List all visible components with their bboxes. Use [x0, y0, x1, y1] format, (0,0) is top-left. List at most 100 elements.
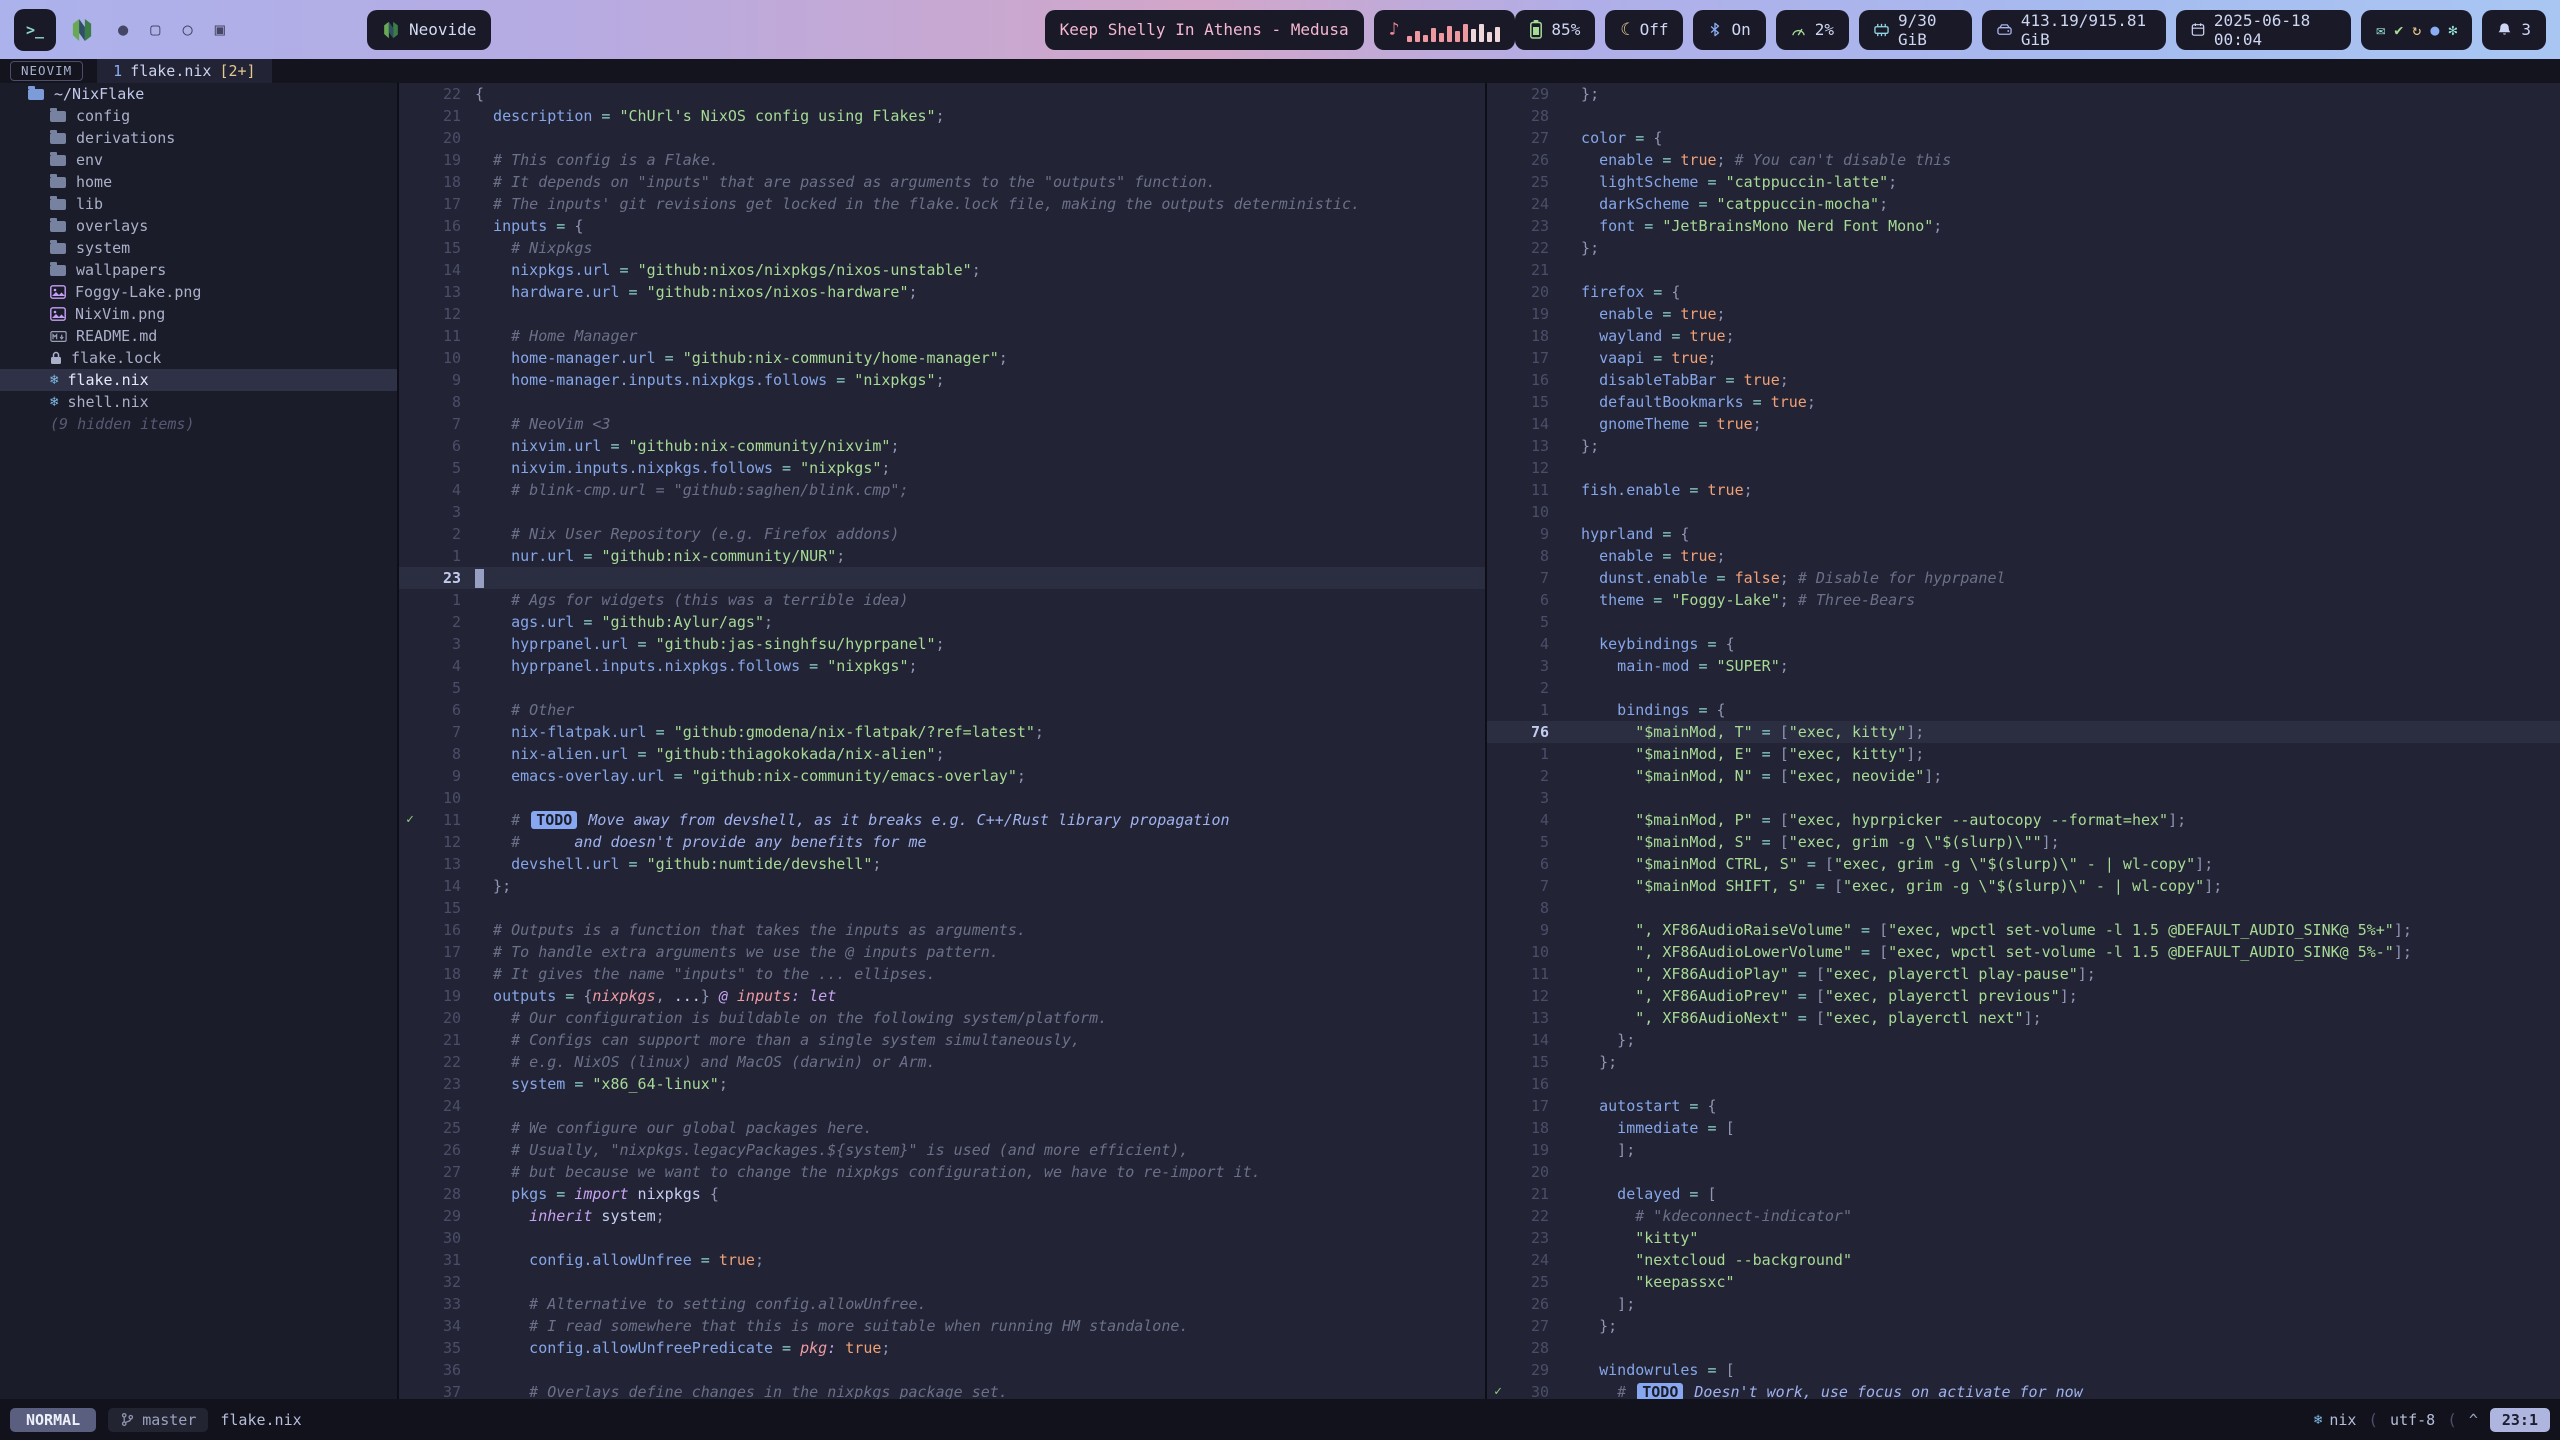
code-line[interactable]: 3 main-mod = "SUPER"; [1487, 655, 2560, 677]
code-line[interactable]: 29 }; [1487, 83, 2560, 105]
code-line[interactable]: 16 # Outputs is a function that takes th… [399, 919, 1485, 941]
code-line[interactable]: 17 vaapi = true; [1487, 347, 2560, 369]
code-line[interactable]: 11 # Home Manager [399, 325, 1485, 347]
code-line[interactable]: 29 windowrules = [ [1487, 1359, 2560, 1381]
code-line[interactable]: 2 ags.url = "github:Aylur/ags"; [399, 611, 1485, 633]
tree-item-derivations[interactable]: derivations [0, 127, 397, 149]
tree-item-Foggy-Lake.png[interactable]: Foggy-Lake.png [0, 281, 397, 303]
tree-item-README.md[interactable]: README.md [0, 325, 397, 347]
code-line[interactable]: 22 # "kdeconnect-indicator" [1487, 1205, 2560, 1227]
code-line[interactable]: 26 # Usually, "nixpkgs.legacyPackages.${… [399, 1139, 1485, 1161]
code-line[interactable]: 3 [399, 501, 1485, 523]
code-line[interactable]: 11 fish.enable = true; [1487, 479, 2560, 501]
code-line[interactable]: 8 enable = true; [1487, 545, 2560, 567]
code-line[interactable]: 2 # Nix User Repository (e.g. Firefox ad… [399, 523, 1485, 545]
code-line[interactable]: 4 "$mainMod, P" = ["exec, hyprpicker --a… [1487, 809, 2560, 831]
code-line[interactable]: 6 nixvim.url = "github:nix-community/nix… [399, 435, 1485, 457]
mail-icon[interactable]: ✉ [2376, 21, 2385, 39]
code-line[interactable]: 1 bindings = { [1487, 699, 2560, 721]
code-line[interactable]: 23 font = "JetBrainsMono Nerd Font Mono"… [1487, 215, 2560, 237]
code-line[interactable]: 16 [1487, 1073, 2560, 1095]
code-line[interactable]: 19 # This config is a Flake. [399, 149, 1485, 171]
code-line[interactable]: 37 # Overlays define changes in the nixp… [399, 1381, 1485, 1399]
code-line[interactable]: 22{ [399, 83, 1485, 105]
code-line[interactable]: ✓11 # TODO Move away from devshell, as i… [399, 809, 1485, 831]
code-line[interactable]: 16 disableTabBar = true; [1487, 369, 2560, 391]
code-line[interactable]: 15 [399, 897, 1485, 919]
tree-item-config[interactable]: config [0, 105, 397, 127]
code-line[interactable]: 4 keybindings = { [1487, 633, 2560, 655]
code-line[interactable]: 28 [1487, 1337, 2560, 1359]
code-line[interactable]: 10 ", XF86AudioLowerVolume" = ["exec, wp… [1487, 941, 2560, 963]
battery-module[interactable]: 85% [1515, 10, 1595, 50]
code-line[interactable]: 1 # Ags for widgets (this was a terrible… [399, 589, 1485, 611]
code-line[interactable]: 35 config.allowUnfreePredicate = pkg: tr… [399, 1337, 1485, 1359]
code-line[interactable]: 19 ]; [1487, 1139, 2560, 1161]
code-line[interactable]: 1 nur.url = "github:nix-community/NUR"; [399, 545, 1485, 567]
code-line[interactable]: 27 # but because we want to change the n… [399, 1161, 1485, 1183]
code-line[interactable]: 8 [1487, 897, 2560, 919]
code-line[interactable]: 76 "$mainMod, T" = ["exec, kitty"]; [1487, 721, 2560, 743]
tree-item-shell.nix[interactable]: ❄shell.nix [0, 391, 397, 413]
code-line[interactable]: 13 ", XF86AudioNext" = ["exec, playerctl… [1487, 1007, 2560, 1029]
code-line[interactable]: 10 [1487, 501, 2560, 523]
code-line[interactable]: 9 ", XF86AudioRaiseVolume" = ["exec, wpc… [1487, 919, 2560, 941]
code-line[interactable]: 5 nixvim.inputs.nixpkgs.follows = "nixpk… [399, 457, 1485, 479]
code-line[interactable]: 27 color = { [1487, 127, 2560, 149]
workspace-4-icon[interactable]: ▣ [215, 20, 225, 40]
terminal-icon[interactable]: >_ [14, 9, 56, 51]
code-line[interactable]: 1 "$mainMod, E" = ["exec, kitty"]; [1487, 743, 2560, 765]
code-line[interactable]: 7 dunst.enable = false; # Disable for hy… [1487, 567, 2560, 589]
code-line[interactable]: 19 enable = true; [1487, 303, 2560, 325]
code-line[interactable]: 20 # Our configuration is buildable on t… [399, 1007, 1485, 1029]
cpu-module[interactable]: 2% [1776, 10, 1849, 50]
code-line[interactable]: 17 # To handle extra arguments we use th… [399, 941, 1485, 963]
code-line[interactable]: 13 devshell.url = "github:numtide/devshe… [399, 853, 1485, 875]
app-dot-icon[interactable]: ● [2430, 21, 2439, 39]
tree-item-flake.lock[interactable]: flake.lock [0, 347, 397, 369]
code-line[interactable]: 5 [1487, 611, 2560, 633]
code-line[interactable]: 18 # It depends on "inputs" that are pas… [399, 171, 1485, 193]
code-line[interactable]: 26 ]; [1487, 1293, 2560, 1315]
code-line[interactable]: 13 }; [1487, 435, 2560, 457]
tree-item-overlays[interactable]: overlays [0, 215, 397, 237]
notifications-button[interactable]: 3 [2482, 10, 2546, 50]
update-icon[interactable]: ↻ [2412, 21, 2421, 39]
code-line[interactable]: 23 system = "x86_64-linux"; [399, 1073, 1485, 1095]
code-line[interactable]: 12 # and doesn't provide any benefits fo… [399, 831, 1485, 853]
code-line[interactable]: 16 inputs = { [399, 215, 1485, 237]
code-line[interactable]: 15 defaultBookmarks = true; [1487, 391, 2560, 413]
bluetooth-module[interactable]: On [1693, 10, 1765, 50]
code-line[interactable]: 30 [399, 1227, 1485, 1249]
code-line[interactable]: 22 # e.g. NixOS (linux) and MacOS (darwi… [399, 1051, 1485, 1073]
tree-item-lib[interactable]: lib [0, 193, 397, 215]
buffer-tab[interactable]: 1 flake.nix [2+] [97, 59, 271, 83]
code-line[interactable]: 18 wayland = true; [1487, 325, 2560, 347]
code-line[interactable]: 6 "$mainMod CTRL, S" = ["exec, grim -g \… [1487, 853, 2560, 875]
code-line[interactable]: 13 hardware.url = "github:nixos/nixos-ha… [399, 281, 1485, 303]
code-line[interactable]: 20 firefox = { [1487, 281, 2560, 303]
tree-item-wallpapers[interactable]: wallpapers [0, 259, 397, 281]
code-line[interactable]: 21 # Configs can support more than a sin… [399, 1029, 1485, 1051]
code-line[interactable]: 14 gnomeTheme = true; [1487, 413, 2560, 435]
code-line[interactable]: 11 ", XF86AudioPlay" = ["exec, playerctl… [1487, 963, 2560, 985]
code-line[interactable]: 10 home-manager.url = "github:nix-commun… [399, 347, 1485, 369]
media-title[interactable]: Keep Shelly In Athens - Medusa [1045, 10, 1364, 50]
tree-item-home[interactable]: home [0, 171, 397, 193]
code-line[interactable]: 20 [399, 127, 1485, 149]
code-line[interactable]: 7 "$mainMod SHIFT, S" = ["exec, grim -g … [1487, 875, 2560, 897]
code-line[interactable]: 9 hyprland = { [1487, 523, 2560, 545]
tree-item-system[interactable]: system [0, 237, 397, 259]
code-line[interactable]: 23 "kitty" [1487, 1227, 2560, 1249]
flower-icon[interactable]: ✻ [2448, 21, 2457, 39]
tree-item-NixVim.png[interactable]: NixVim.png [0, 303, 397, 325]
code-line[interactable]: 29 inherit system; [399, 1205, 1485, 1227]
workspace-2-icon[interactable]: ▢ [150, 20, 160, 40]
code-line[interactable]: 15 }; [1487, 1051, 2560, 1073]
code-line[interactable]: 34 # I read somewhere that this is more … [399, 1315, 1485, 1337]
code-line[interactable]: 8 nix-alien.url = "github:thiagokokada/n… [399, 743, 1485, 765]
code-line[interactable]: 2 [1487, 677, 2560, 699]
code-line[interactable]: 5 "$mainMod, S" = ["exec, grim -g \"$(sl… [1487, 831, 2560, 853]
neovide-window-button[interactable]: Neovide [367, 10, 491, 50]
code-line[interactable]: 9 home-manager.inputs.nixpkgs.follows = … [399, 369, 1485, 391]
